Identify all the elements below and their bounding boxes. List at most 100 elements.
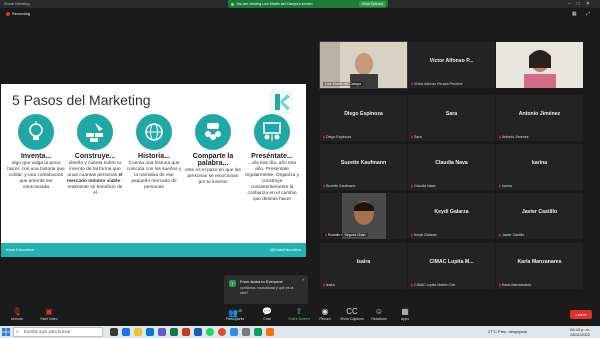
participant-tile[interactable]: [496, 42, 583, 88]
mic-muted-icon: ▮: [323, 135, 325, 139]
participant-tile[interactable]: Antonio Jiménez ▮Antonio Jiménez: [496, 95, 583, 141]
windows-taskbar: ⌕ Escribe aquí para buscar 27°C Prec. des…: [0, 326, 600, 338]
file-explorer-icon[interactable]: [134, 328, 142, 336]
participant-tile[interactable]: CIMAC Lupita M... ▮CIMAC Lupita Martín C…: [408, 243, 495, 289]
search-icon: ⌕: [16, 329, 19, 335]
participant-label: ▮Javier Castillo: [499, 233, 524, 237]
participant-label-text: karina: [501, 184, 512, 188]
step-1-title: Inventa...: [20, 153, 52, 160]
close-icon[interactable]: ✕: [302, 277, 305, 282]
weather-widget[interactable]: 27°C Prec. despejado: [488, 329, 527, 334]
app-icon[interactable]: [266, 328, 274, 336]
mail-icon[interactable]: [146, 328, 154, 336]
teams-icon[interactable]: [158, 328, 166, 336]
chrome-icon[interactable]: [218, 328, 226, 336]
view-icons[interactable]: ▦ ⤢: [572, 11, 594, 17]
taskbar-search-input[interactable]: ⌕ Escribe aquí para buscar: [13, 327, 103, 337]
participant-tile[interactable]: ▮Rodolfo I. Segura Chan: [320, 193, 407, 239]
spotify-icon[interactable]: [206, 328, 214, 336]
edge-icon[interactable]: [122, 328, 130, 336]
mic-muted-icon: ▮: [323, 283, 325, 287]
participant-tile[interactable]: Karla Manzanares ▮Karla Manzanares: [496, 243, 583, 289]
powerpoint-icon[interactable]: [182, 328, 190, 336]
zoom-window: Zoom Meeting –□✕ You are viewing Luis Ma…: [0, 0, 600, 338]
task-view-icon[interactable]: [110, 328, 118, 336]
participant-label: Luis Martin del Campo: [323, 82, 363, 86]
participant-label: ▮Claudia Nava: [411, 184, 436, 188]
word-icon[interactable]: [194, 328, 202, 336]
leave-button[interactable]: Leave: [570, 310, 592, 319]
lightbulb-head-icon: [18, 114, 54, 150]
step-2-desc: diseña y cuenta sobre tu invento de tal …: [66, 161, 124, 197]
start-video-label: Start Video: [40, 317, 58, 321]
excel-icon[interactable]: [170, 328, 178, 336]
participant-tile[interactable]: Luis Martin del Campo: [319, 41, 408, 89]
participant-tile[interactable]: Isaira ▮isaira: [320, 243, 407, 289]
unmute-label: Unmute: [10, 317, 24, 321]
share-status-icon: [231, 2, 234, 6]
participant-name: Antonio Jiménez: [518, 111, 561, 117]
apps-label: Apps: [401, 317, 409, 321]
participant-tile[interactable]: Javier Castillo ▮Javier Castillo: [496, 193, 583, 239]
participant-label: ▮karina: [499, 184, 512, 188]
participant-tile[interactable]: Suzette Kaufmann ▮Suzette Kaufmann: [320, 144, 407, 190]
participants-button[interactable]: 👥15 Participants: [220, 306, 250, 321]
step-5: Preséntate... ...día tras día, año tras …: [243, 114, 301, 203]
chat-icon: 💬: [262, 307, 272, 316]
participant-label: ▮Karla Manzanares: [499, 283, 531, 287]
system-clock[interactable]: 06:43 p. m. 28/11/2022: [570, 327, 590, 337]
participant-tile[interactable]: Diego Espinoza ▮Diego Espinoza: [320, 95, 407, 141]
participant-label: ▮CIMAC Lupita Martín Cob: [411, 283, 455, 287]
participant-name: Sara: [445, 111, 458, 117]
chat-button[interactable]: 💬 Chat: [252, 306, 282, 321]
chat-message: confianza, mutualidad y qué es la otra?: [240, 286, 294, 295]
step-4-title: Comparte la palabra...: [192, 153, 234, 167]
participant-tile[interactable]: Sara ▮Sara: [408, 95, 495, 141]
view-options-button[interactable]: View Options: [358, 1, 386, 7]
participant-name: Javier Castillo: [521, 209, 558, 215]
participant-tile[interactable]: karina ▮karina: [496, 144, 583, 190]
reactions-label: Reactions: [371, 317, 387, 321]
brick-trowel-icon: [77, 114, 113, 150]
windows-start-icon[interactable]: [2, 328, 10, 336]
app-icon[interactable]: [242, 328, 250, 336]
zoom-icon[interactable]: [230, 328, 238, 336]
slide-title: 5 Pasos del Marketing: [12, 92, 151, 108]
participant-name: CIMAC Lupita M...: [429, 259, 474, 265]
chat-label: Chat: [263, 317, 271, 321]
participant-name: Víctor Alfonso P...: [429, 58, 474, 64]
participant-name: karina: [531, 160, 548, 166]
participant-name: Karla Manzanares: [517, 259, 562, 265]
participants-label: Participants: [225, 317, 245, 321]
mic-muted-icon: ▮: [499, 135, 501, 139]
window-controls[interactable]: –□✕: [568, 0, 596, 8]
slide-footer-left: Kiatu Education: [6, 247, 35, 252]
group-chat-icon: [195, 114, 231, 150]
step-5-desc: ...día tras día, año tras año. Preséntat…: [244, 161, 300, 202]
participant-label-text: Karla Manzanares: [501, 283, 532, 287]
participant-name: Suzette Kaufmann: [340, 160, 387, 166]
apps-icon: ▦: [401, 307, 409, 316]
presentation-board-icon: [254, 114, 290, 150]
window-title: Zoom Meeting: [4, 1, 30, 6]
steps-row: Inventa... algo que valga la pena hacer,…: [7, 114, 302, 242]
participant-label-text: Suzette Kaufmann: [325, 184, 356, 188]
participant-tile[interactable]: Claudia Nava ▮Claudia Nava: [408, 144, 495, 190]
recording-indicator: Recording: [6, 11, 30, 16]
unmute-button[interactable]: 🎙 Unmute: [2, 306, 32, 321]
participant-label: ▮Suzette Kaufmann: [323, 184, 356, 188]
step-5-title: Preséntate...: [251, 153, 293, 160]
participant-name: Diego Espinoza: [344, 111, 383, 117]
participant-tile[interactable]: Víctor Alfonso P... ▮Víctor Alfonso Pera…: [408, 42, 495, 88]
app-icon[interactable]: [254, 328, 262, 336]
participant-tile[interactable]: Keydi Galarza ▮Keydi Galarza: [408, 193, 495, 239]
apps-button[interactable]: ▦ Apps: [390, 306, 420, 321]
step-3: Historia... Cuenta una historia que coin…: [125, 114, 183, 191]
start-video-button[interactable]: ▣ Start Video: [34, 306, 64, 321]
participant-video: [496, 42, 583, 88]
participant-label-text: isaira: [325, 283, 335, 287]
chat-notification[interactable]: I From Isaira to Everyone confianza, mut…: [224, 275, 308, 305]
step-1-desc: algo que valga la pena hacer, con una hi…: [7, 161, 65, 190]
participant-label: ▮Diego Espinoza: [323, 135, 351, 139]
step-2-title: Construye...: [74, 153, 116, 160]
